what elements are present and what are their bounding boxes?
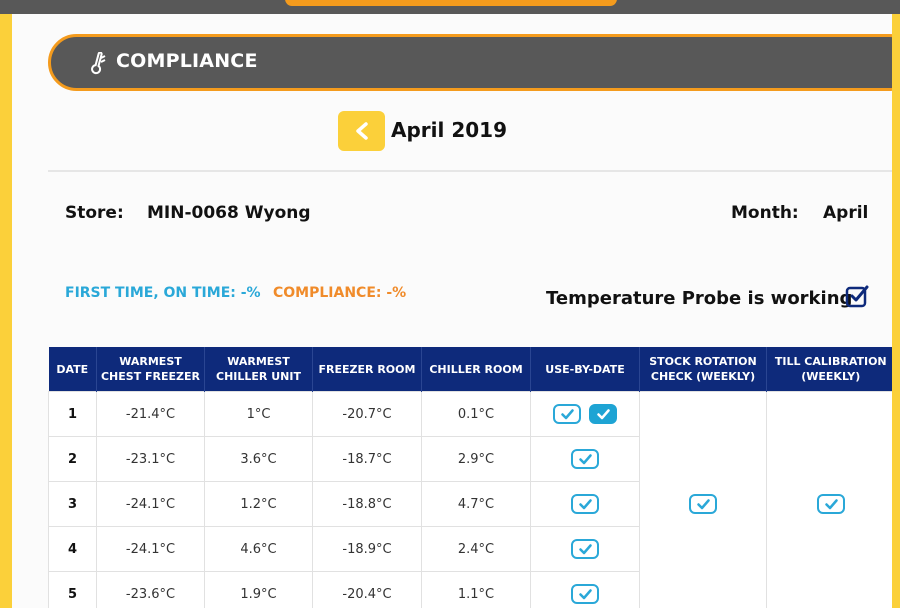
check-icon xyxy=(579,499,592,510)
date-cell: 4 xyxy=(48,526,97,572)
col-header-stock-rotation: STOCK ROTATION CHECK (WEEKLY) xyxy=(639,347,767,392)
check-icon xyxy=(697,499,710,510)
use-by-cell xyxy=(530,391,640,437)
divider xyxy=(48,170,892,172)
date-cell: 2 xyxy=(48,436,97,482)
prev-month-button[interactable] xyxy=(338,111,385,151)
chiller-room-cell[interactable]: 1.1°C xyxy=(421,571,531,608)
chest-freezer-cell[interactable]: -24.1°C xyxy=(96,481,205,527)
compliance-header: COMPLIANCE xyxy=(48,34,892,91)
date-cell: 3 xyxy=(48,481,97,527)
table-row: 1 -21.4°C 1°C -20.7°C 0.1°C xyxy=(48,391,892,608)
use-by-checkbox[interactable] xyxy=(571,449,599,469)
month-value: April xyxy=(823,203,869,223)
freezer-room-cell[interactable]: -18.8°C xyxy=(312,481,422,527)
compliance-panel: COMPLIANCE April 2019 Store: MIN-0068 Wy… xyxy=(12,14,892,608)
probe-working-label: Temperature Probe is working xyxy=(546,288,853,309)
use-by-checkbox-filled[interactable] xyxy=(589,404,617,424)
chiller-unit-cell[interactable]: 4.6°C xyxy=(204,526,313,572)
chiller-unit-cell[interactable]: 1.9°C xyxy=(204,571,313,608)
chiller-unit-cell[interactable]: 3.6°C xyxy=(204,436,313,482)
col-header-date: DATE xyxy=(48,347,97,392)
freezer-room-cell[interactable]: -18.7°C xyxy=(312,436,422,482)
chest-freezer-cell[interactable]: -24.1°C xyxy=(96,526,205,572)
chiller-room-cell[interactable]: 4.7°C xyxy=(421,481,531,527)
use-by-cell xyxy=(530,526,640,572)
store-label: Store: xyxy=(65,203,124,223)
date-cell: 5 xyxy=(48,571,97,608)
chiller-unit-cell[interactable]: 1°C xyxy=(204,391,313,437)
thermometer-icon xyxy=(91,52,106,75)
check-icon xyxy=(561,409,574,420)
chest-freezer-cell[interactable]: -23.1°C xyxy=(96,436,205,482)
first-time-on-time-stat: FIRST TIME, ON TIME: -% xyxy=(65,285,261,301)
use-by-checkbox[interactable] xyxy=(571,494,599,514)
freezer-room-cell[interactable]: -20.7°C xyxy=(312,391,422,437)
check-icon xyxy=(579,589,592,600)
till-calibration-cell xyxy=(766,391,892,608)
check-icon xyxy=(579,454,592,465)
chevron-left-icon xyxy=(355,122,368,140)
use-by-cell xyxy=(530,571,640,608)
check-icon xyxy=(824,499,838,510)
table-header-row: DATE WARMEST CHEST FREEZER WARMEST CHILL… xyxy=(48,347,892,392)
top-bar xyxy=(0,0,900,14)
check-icon xyxy=(597,409,610,420)
col-header-till-calibration: TILL CALIBRATION (WEEKLY) xyxy=(766,347,892,392)
till-calibration-checkbox[interactable] xyxy=(816,494,845,514)
use-by-checkbox[interactable] xyxy=(553,404,581,424)
chiller-unit-cell[interactable]: 1.2°C xyxy=(204,481,313,527)
col-header-chiller-room: CHILLER ROOM xyxy=(421,347,531,392)
check-icon xyxy=(579,544,592,555)
compliance-table: DATE WARMEST CHEST FREEZER WARMEST CHILL… xyxy=(48,347,892,608)
page-title: COMPLIANCE xyxy=(116,50,258,72)
use-by-checkbox[interactable] xyxy=(571,584,599,604)
freezer-room-cell[interactable]: -18.9°C xyxy=(312,526,422,572)
chiller-room-cell[interactable]: 2.9°C xyxy=(421,436,531,482)
chest-freezer-cell[interactable]: -23.6°C xyxy=(96,571,205,608)
freezer-room-cell[interactable]: -20.4°C xyxy=(312,571,422,608)
store-value: MIN-0068 Wyong xyxy=(147,203,311,223)
date-cell: 1 xyxy=(48,391,97,437)
use-by-cell xyxy=(530,436,640,482)
chest-freezer-cell[interactable]: -21.4°C xyxy=(96,391,205,437)
chiller-room-cell[interactable]: 2.4°C xyxy=(421,526,531,572)
col-header-chiller-unit: WARMEST CHILLER UNIT xyxy=(204,347,313,392)
col-header-chest-freezer: WARMEST CHEST FREEZER xyxy=(96,347,205,392)
stock-rotation-cell xyxy=(639,391,767,608)
month-key-label: Month: xyxy=(731,203,799,223)
top-banner-pill[interactable] xyxy=(285,0,617,6)
compliance-stat: COMPLIANCE: -% xyxy=(273,285,407,301)
current-month-label: April 2019 xyxy=(391,118,507,142)
stock-rotation-checkbox[interactable] xyxy=(689,494,717,514)
col-header-use-by-date: USE-BY-DATE xyxy=(530,347,640,392)
use-by-checkbox[interactable] xyxy=(571,539,599,559)
col-header-freezer-room: FREEZER ROOM xyxy=(312,347,422,392)
probe-working-checkbox[interactable] xyxy=(845,284,869,308)
chiller-room-cell[interactable]: 0.1°C xyxy=(421,391,531,437)
use-by-cell xyxy=(530,481,640,527)
